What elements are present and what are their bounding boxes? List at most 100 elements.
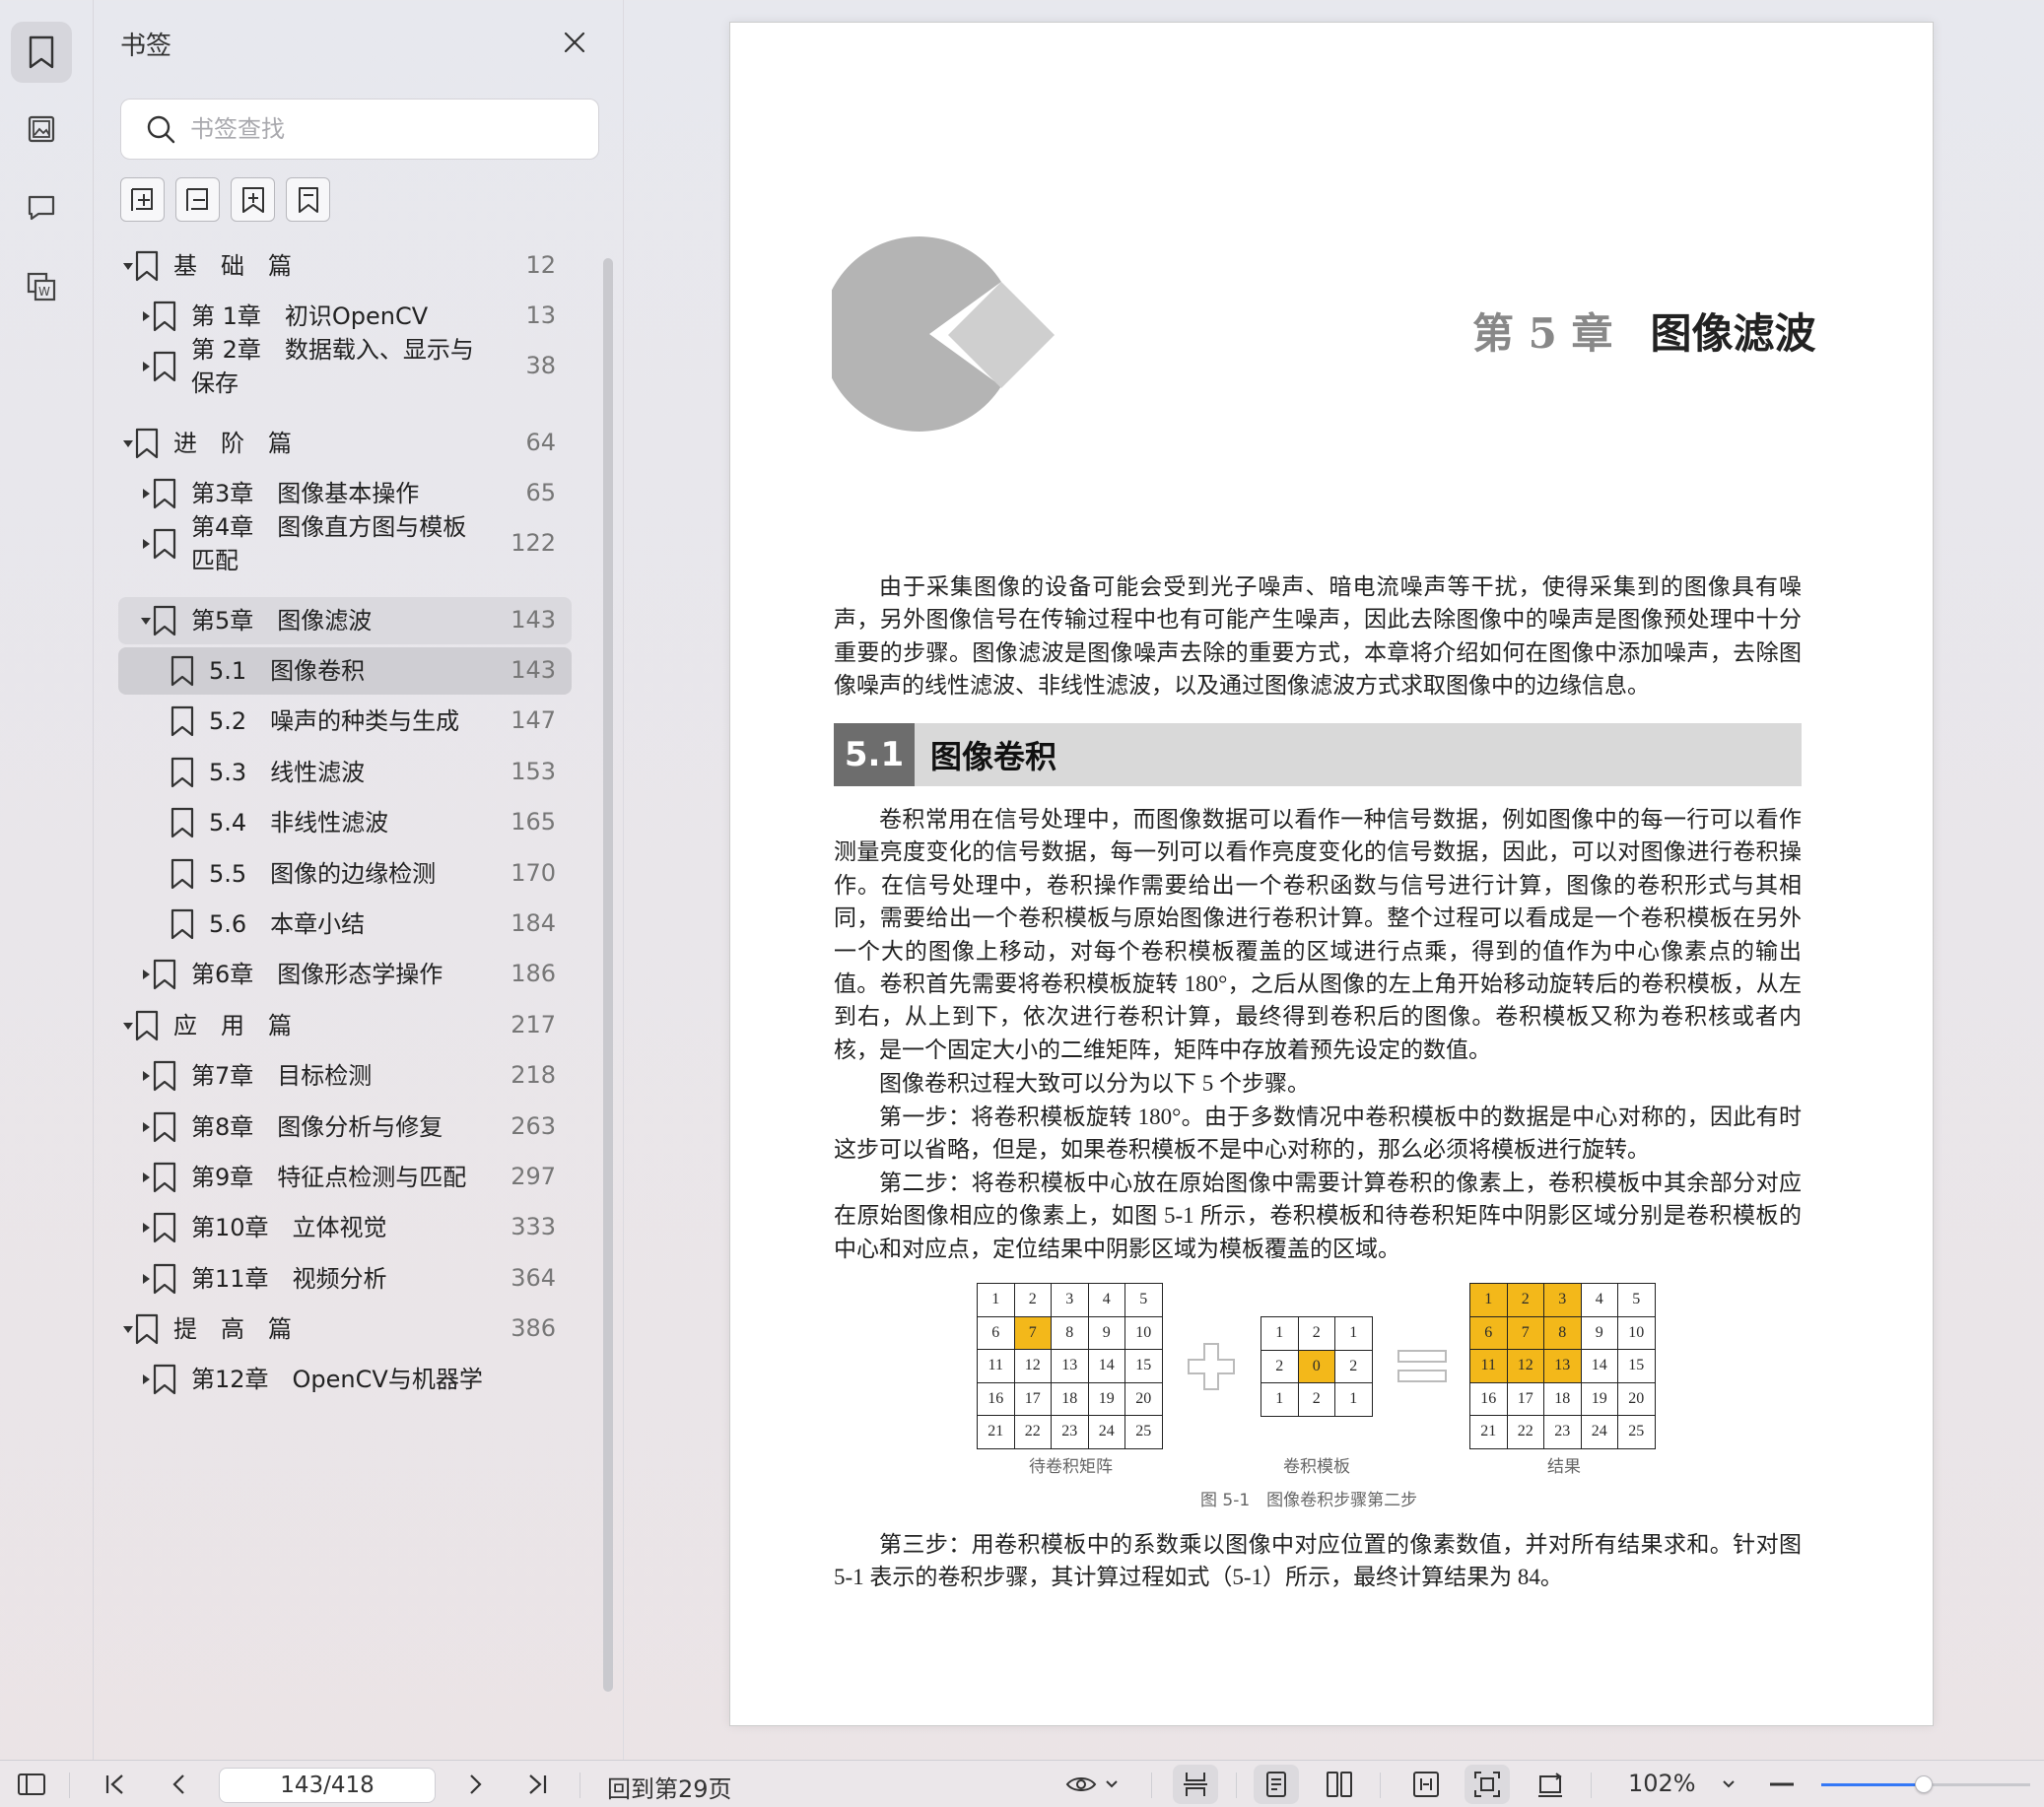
bookmark-row[interactable]: 5.3 线性滤波 153 <box>118 750 572 795</box>
matrix-cell: 19 <box>1087 1381 1125 1416</box>
matrix-cell: 25 <box>1124 1415 1163 1449</box>
collapsed-caret-icon[interactable] <box>140 1373 152 1385</box>
expand-all-button[interactable] <box>120 177 165 222</box>
bookmark-row[interactable]: 第6章 图像形态学操作 186 <box>118 952 572 997</box>
bookmark-row[interactable]: 第8章 图像分析与修复 263 <box>118 1104 572 1150</box>
single-page-button[interactable] <box>1254 1765 1299 1804</box>
bookmark-row[interactable]: 5.1 图像卷积 143 <box>118 647 572 695</box>
scrollbar[interactable] <box>603 258 613 1692</box>
matrix-cell: 1 <box>1469 1283 1508 1317</box>
bookmark-row[interactable]: 第5章 图像滤波 143 <box>118 597 572 644</box>
eye-icon <box>1065 1777 1097 1791</box>
fit-page-button[interactable] <box>1465 1765 1510 1804</box>
expanded-caret-icon[interactable] <box>122 437 134 449</box>
bookmark-row[interactable]: 进 阶 篇 64 <box>118 421 572 466</box>
bookmark-page-number: 143 <box>511 656 556 684</box>
collapse-all-button[interactable] <box>175 177 220 222</box>
matrix-row: 21 22 23 24 25 <box>1469 1415 1656 1449</box>
paragraph-1: 卷积常用在信号处理中，而图像数据可以看作一种信号数据，例如图像中的每一行可以看作… <box>834 807 1802 1062</box>
expanded-caret-icon[interactable] <box>122 1020 134 1032</box>
collapsed-caret-icon[interactable] <box>140 538 152 550</box>
bookmark-label: 5.5 图像的边缘检测 <box>209 860 437 888</box>
zoom-slider[interactable] <box>1821 1775 2030 1793</box>
comments-tab-button[interactable] <box>11 177 72 238</box>
first-page-button[interactable] <box>99 1761 132 1807</box>
previous-page-button[interactable] <box>162 1761 195 1807</box>
expanded-caret-icon[interactable] <box>122 1323 134 1335</box>
section-header: 5.1 图像卷积 <box>834 723 1802 786</box>
matrix-cell: 2 <box>1260 1349 1299 1383</box>
bookmark-icon <box>170 908 194 940</box>
collapsed-caret-icon[interactable] <box>140 1273 152 1285</box>
collapsed-caret-icon[interactable] <box>140 488 152 500</box>
two-page-button[interactable] <box>1317 1761 1362 1807</box>
add-child-icon <box>130 187 153 211</box>
bookmarks-tab-button[interactable] <box>11 22 72 83</box>
bookmark-row[interactable]: 第11章 视频分析 364 <box>118 1256 572 1302</box>
matrix-cell: 2 <box>1013 1283 1052 1317</box>
search-input[interactable] <box>190 115 565 143</box>
document-tab-button[interactable]: W <box>11 256 72 317</box>
go-back-link[interactable]: 回到第29页 <box>607 1770 732 1804</box>
matrix-cell: 11 <box>977 1349 1015 1383</box>
scroll-mode-button[interactable] <box>1173 1765 1218 1804</box>
zoom-level[interactable]: 102% <box>1628 1770 1696 1797</box>
paragraph-2: 图像卷积过程大致可以分为以下 5 个步骤。 <box>879 1071 1310 1096</box>
last-page-button[interactable] <box>520 1761 554 1807</box>
matrix-cell: 1 <box>977 1283 1015 1317</box>
zoom-slider-knob[interactable] <box>1914 1775 1933 1793</box>
bookmark-row[interactable]: 5.6 本章小结 184 <box>118 902 572 947</box>
bookmark-row[interactable]: 第4章 图像直方图与模板 匹配 122 <box>118 505 572 582</box>
bookmark-row[interactable]: 第10章 立体视觉 333 <box>118 1205 572 1250</box>
thumbnails-tab-button[interactable] <box>11 99 72 160</box>
equals-sign <box>1397 1350 1447 1382</box>
bookmark-row[interactable]: 5.4 非线性滤波 165 <box>118 800 572 845</box>
expanded-caret-icon[interactable] <box>122 260 134 272</box>
bookmark-row[interactable]: 提 高 篇 386 <box>118 1306 572 1352</box>
expanded-caret-icon[interactable] <box>140 615 152 627</box>
fit-width-button[interactable] <box>1403 1761 1449 1807</box>
intro-paragraph: 由于采集图像的设备可能会受到光子噪声、暗电流噪声等干扰，使得采集到的图像具有噪声… <box>834 574 1802 699</box>
matrix-cell: 8 <box>1543 1315 1582 1350</box>
bookmark-row[interactable]: 应 用 篇 217 <box>118 1003 572 1048</box>
collapsed-caret-icon[interactable] <box>140 310 152 322</box>
bookmark-row[interactable]: 第9章 特征点检测与匹配 297 <box>118 1155 572 1200</box>
bookmark-row[interactable]: 第12章 OpenCV与机器学 <box>118 1357 572 1402</box>
collapsed-caret-icon[interactable] <box>140 969 152 980</box>
next-page-button[interactable] <box>459 1761 493 1807</box>
bookmark-icon <box>153 1212 176 1243</box>
add-bookmark-button[interactable] <box>231 177 275 222</box>
bookmark-search[interactable] <box>120 99 599 160</box>
rotate-button[interactable] <box>1528 1761 1573 1807</box>
bookmark-row[interactable]: 5.5 图像的边缘检测 170 <box>118 851 572 897</box>
view-mode-button[interactable] <box>1062 1761 1122 1807</box>
image-icon <box>28 115 55 143</box>
bookmark-row[interactable]: 5.2 噪声的种类与生成 147 <box>118 699 572 744</box>
kernel-label: 卷积模板 <box>1283 1457 1350 1477</box>
zoom-out-button[interactable] <box>1764 1761 1800 1807</box>
bookmark-row[interactable]: 第7章 目标检测 218 <box>118 1053 572 1099</box>
matrix-cell: 2 <box>1334 1349 1373 1383</box>
result-matrix: 1 2 3 4 5 6 7 8 9 10 11 12 13 14 15 16 17 18 19 20 21 22 23 24 2… <box>1469 1283 1656 1449</box>
zoom-dropdown-button[interactable] <box>1719 1761 1738 1807</box>
collapsed-caret-icon[interactable] <box>140 1070 152 1082</box>
page-number-input[interactable]: 143/418 <box>219 1768 436 1803</box>
collapsed-caret-icon[interactable] <box>140 1121 152 1133</box>
collapsed-caret-icon[interactable] <box>140 1171 152 1183</box>
matrix-cell: 3 <box>1543 1283 1582 1317</box>
zoom-slider-fill <box>1821 1783 1924 1786</box>
collapsed-caret-icon[interactable] <box>140 1222 152 1234</box>
matrix-cell: 23 <box>1543 1415 1582 1449</box>
side-rail: W <box>0 0 94 1760</box>
matrix-cell: 4 <box>1087 1283 1125 1317</box>
close-button[interactable] <box>558 26 591 59</box>
bookmark-label: 第5章 图像滤波 <box>191 607 373 635</box>
toggle-sidebar-button[interactable] <box>14 1761 49 1807</box>
matrix-row: 11 12 13 14 15 <box>977 1349 1163 1383</box>
bookmark-row[interactable]: 第 2章 数据载入、显示与 保存 38 <box>118 328 572 405</box>
collapsed-caret-icon[interactable] <box>140 361 152 372</box>
chapter-heading: 第 5 章图像滤波 <box>1472 301 1815 361</box>
matrix-cell: 5 <box>1124 1283 1163 1317</box>
bookmark-row[interactable]: 基 础 篇 12 <box>118 243 572 289</box>
bookmark-button[interactable] <box>286 177 330 222</box>
